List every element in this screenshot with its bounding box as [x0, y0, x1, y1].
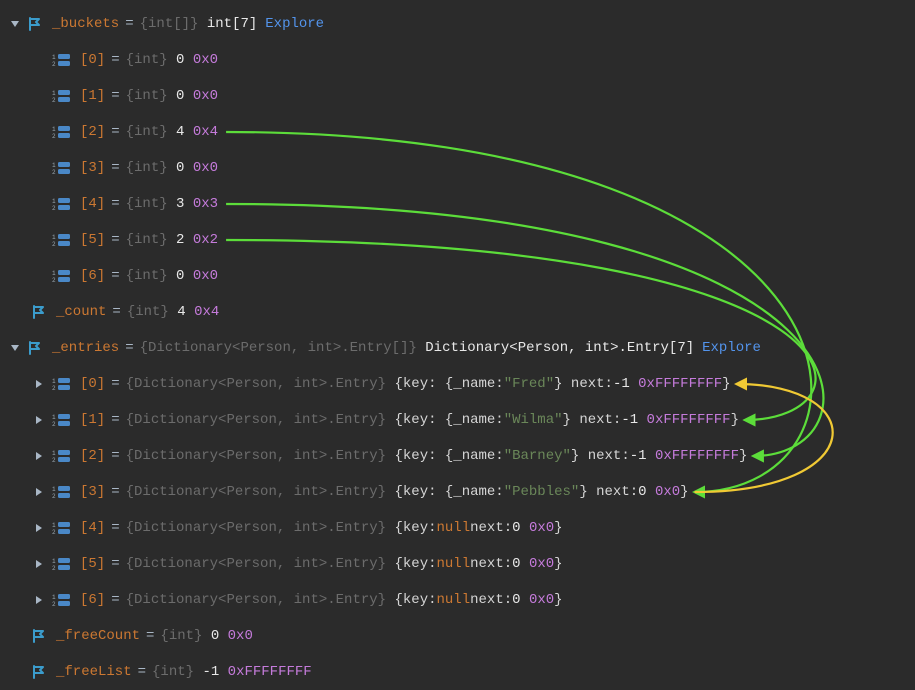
svg-text:1: 1 [52, 234, 56, 241]
entry-item[interactable]: 12 [5] = {Dictionary<Person, int>.Entry}… [0, 546, 915, 582]
flag-icon [28, 17, 42, 31]
bucket-item[interactable]: 12 [2] = {int} 4 0x4 [0, 114, 915, 150]
svg-text:2: 2 [52, 385, 56, 391]
chevron-down-icon[interactable] [8, 19, 22, 29]
bucket-item[interactable]: 12 [4] = {int} 3 0x3 [0, 186, 915, 222]
svg-text:1: 1 [52, 126, 56, 133]
svg-text:1: 1 [52, 450, 56, 457]
svg-text:1: 1 [52, 270, 56, 277]
freecount-row[interactable]: _freeCount = {int} 0 0x0 [0, 618, 915, 654]
svg-text:2: 2 [52, 61, 56, 67]
svg-text:1: 1 [52, 486, 56, 493]
variable-icon: 12 [52, 521, 70, 535]
entry-item[interactable]: 12 [1] = {Dictionary<Person, int>.Entry}… [0, 402, 915, 438]
variable-icon: 12 [52, 125, 70, 139]
svg-text:2: 2 [52, 277, 56, 283]
bucket-item[interactable]: 12 [6] = {int} 0 0x0 [0, 258, 915, 294]
variable-icon: 12 [52, 413, 70, 427]
svg-text:2: 2 [52, 457, 56, 463]
variable-icon: 12 [52, 269, 70, 283]
flag-icon [32, 629, 46, 643]
svg-text:2: 2 [52, 529, 56, 535]
svg-text:2: 2 [52, 421, 56, 427]
svg-text:1: 1 [52, 414, 56, 421]
buckets-row[interactable]: _buckets = {int[]} int[7] Explore [0, 6, 915, 42]
bucket-item[interactable]: 12 [3] = {int} 0 0x0 [0, 150, 915, 186]
chevron-right-icon[interactable] [32, 559, 46, 569]
variable-icon: 12 [52, 53, 70, 67]
chevron-right-icon[interactable] [32, 487, 46, 497]
svg-text:2: 2 [52, 565, 56, 571]
chevron-right-icon[interactable] [32, 523, 46, 533]
count-row[interactable]: _count = {int} 4 0x4 [0, 294, 915, 330]
variable-icon: 12 [52, 593, 70, 607]
variable-icon: 12 [52, 557, 70, 571]
chevron-down-icon[interactable] [8, 343, 22, 353]
svg-text:2: 2 [52, 133, 56, 139]
entries-row[interactable]: _entries = {Dictionary<Person, int>.Entr… [0, 330, 915, 366]
svg-text:1: 1 [52, 378, 56, 385]
variable-icon: 12 [52, 197, 70, 211]
entry-item[interactable]: 12 [6] = {Dictionary<Person, int>.Entry}… [0, 582, 915, 618]
variable-icon: 12 [52, 449, 70, 463]
flag-icon [32, 665, 46, 679]
entry-item[interactable]: 12 [4] = {Dictionary<Person, int>.Entry}… [0, 510, 915, 546]
chevron-right-icon[interactable] [32, 379, 46, 389]
svg-text:2: 2 [52, 97, 56, 103]
svg-text:2: 2 [52, 169, 56, 175]
svg-text:2: 2 [52, 601, 56, 607]
svg-text:1: 1 [52, 522, 56, 529]
entry-item[interactable]: 12 [3] = {Dictionary<Person, int>.Entry}… [0, 474, 915, 510]
chevron-right-icon[interactable] [32, 415, 46, 425]
svg-text:2: 2 [52, 205, 56, 211]
explore-link[interactable]: Explore [702, 338, 761, 359]
svg-text:1: 1 [52, 90, 56, 97]
flag-icon [32, 305, 46, 319]
svg-text:2: 2 [52, 241, 56, 247]
bucket-item[interactable]: 12 [5] = {int} 2 0x2 [0, 222, 915, 258]
svg-text:1: 1 [52, 162, 56, 169]
entry-item[interactable]: 12 [2] = {Dictionary<Person, int>.Entry}… [0, 438, 915, 474]
bucket-item[interactable]: 12 [0] = {int} 0 0x0 [0, 42, 915, 78]
variable-icon: 12 [52, 233, 70, 247]
explore-link[interactable]: Explore [265, 14, 324, 35]
svg-text:1: 1 [52, 198, 56, 205]
svg-text:1: 1 [52, 558, 56, 565]
variable-icon: 12 [52, 89, 70, 103]
flag-icon [28, 341, 42, 355]
bucket-item[interactable]: 12 [1] = {int} 0 0x0 [0, 78, 915, 114]
chevron-right-icon[interactable] [32, 595, 46, 605]
svg-text:1: 1 [52, 594, 56, 601]
variable-icon: 12 [52, 161, 70, 175]
svg-text:1: 1 [52, 54, 56, 61]
chevron-right-icon[interactable] [32, 451, 46, 461]
svg-text:2: 2 [52, 493, 56, 499]
variable-icon: 12 [52, 377, 70, 391]
entry-item[interactable]: 12 [0] = {Dictionary<Person, int>.Entry}… [0, 366, 915, 402]
variable-icon: 12 [52, 485, 70, 499]
field-name: _buckets [52, 14, 119, 35]
